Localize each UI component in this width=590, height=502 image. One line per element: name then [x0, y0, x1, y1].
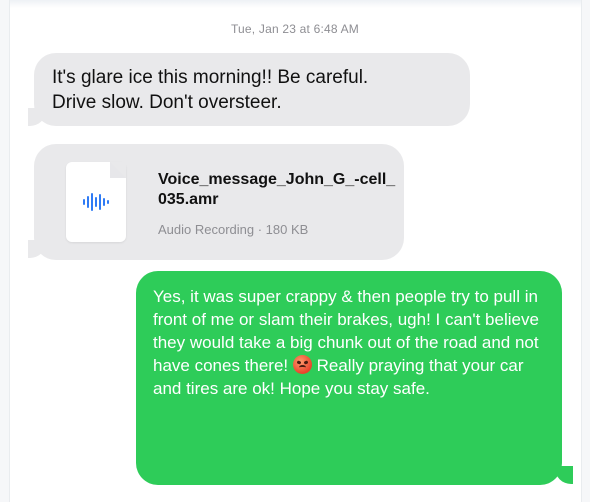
left-frame-edge [0, 0, 10, 502]
audio-attachment-bubble[interactable]: Voice_message_John_G_-cell_035.amr Audio… [34, 144, 404, 260]
top-bar-edge [0, 0, 590, 8]
bubble-tail [28, 108, 46, 126]
message-text: Yes, it was super crappy & then people t… [153, 285, 549, 400]
right-frame-edge [581, 0, 590, 502]
message-timestamp: Tue, Jan 23 at 6:48 AM [230, 22, 360, 36]
attachment-file-meta: Audio Recording · 180 KB [158, 222, 309, 237]
file-corner-fold [110, 162, 126, 178]
bubble-tail [555, 466, 573, 484]
received-message-bubble[interactable]: It's glare ice this morning!! Be careful… [34, 53, 470, 126]
attachment-file-name: Voice_message_John_G_-cell_035.amr [158, 171, 396, 208]
message-text: It's glare ice this morning!! Be careful… [52, 67, 369, 113]
audio-waveform-icon [83, 193, 109, 211]
sent-message-bubble[interactable]: Yes, it was super crappy & then people t… [136, 271, 562, 485]
angry-face-emoji-icon [292, 355, 312, 374]
emoji-mouth [298, 365, 306, 370]
audio-file-icon [66, 162, 126, 242]
messages-screen: Tue, Jan 23 at 6:48 AM It's glare ice th… [0, 0, 590, 502]
